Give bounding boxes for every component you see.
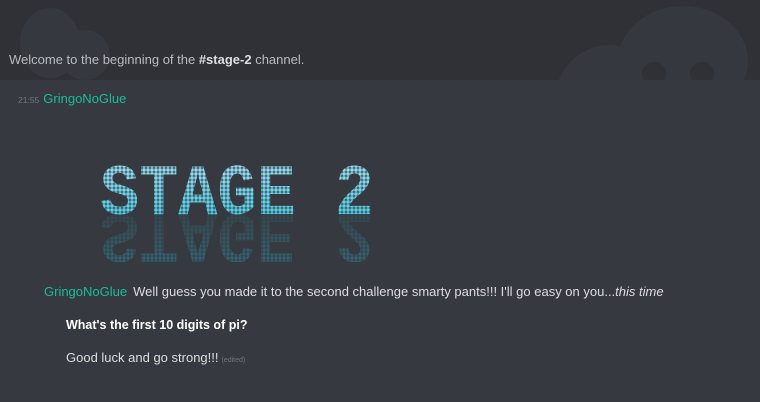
question-text: What's the first 10 digits of pi? [66,318,248,332]
welcome-prefix: Welcome to the beginning of the [9,52,199,67]
welcome-suffix: channel. [251,52,305,67]
discord-logo-decoration [618,6,748,80]
channel-name[interactable]: #stage-2 [199,52,252,67]
message-timestamp[interactable]: 21:55 [18,95,39,105]
stage-2-image[interactable]: STAGE 2 STAGE 2 [98,152,376,262]
message-header: 21:55 GringoNoGlue [18,91,126,106]
edited-tag: (edited) [221,357,246,364]
discord-logo-eye [642,62,666,80]
stage-2-reflection: STAGE 2 [100,192,374,262]
message-author[interactable]: GringoNoGlue [44,284,127,299]
message-body: Well guess you made it to the second cha… [133,284,616,299]
closing-text: Good luck and go strong!!! [66,350,219,365]
message-italic: this time [615,284,664,299]
message-text: GringoNoGlue Well guess you made it to th… [44,284,664,299]
channel-header-banner [0,0,760,80]
discord-logo-eye [690,62,714,80]
closing-message: Good luck and go strong!!! (edited) [66,350,245,365]
channel-welcome-text: Welcome to the beginning of the #stage-2… [9,52,304,67]
message-author[interactable]: GringoNoGlue [43,91,126,106]
